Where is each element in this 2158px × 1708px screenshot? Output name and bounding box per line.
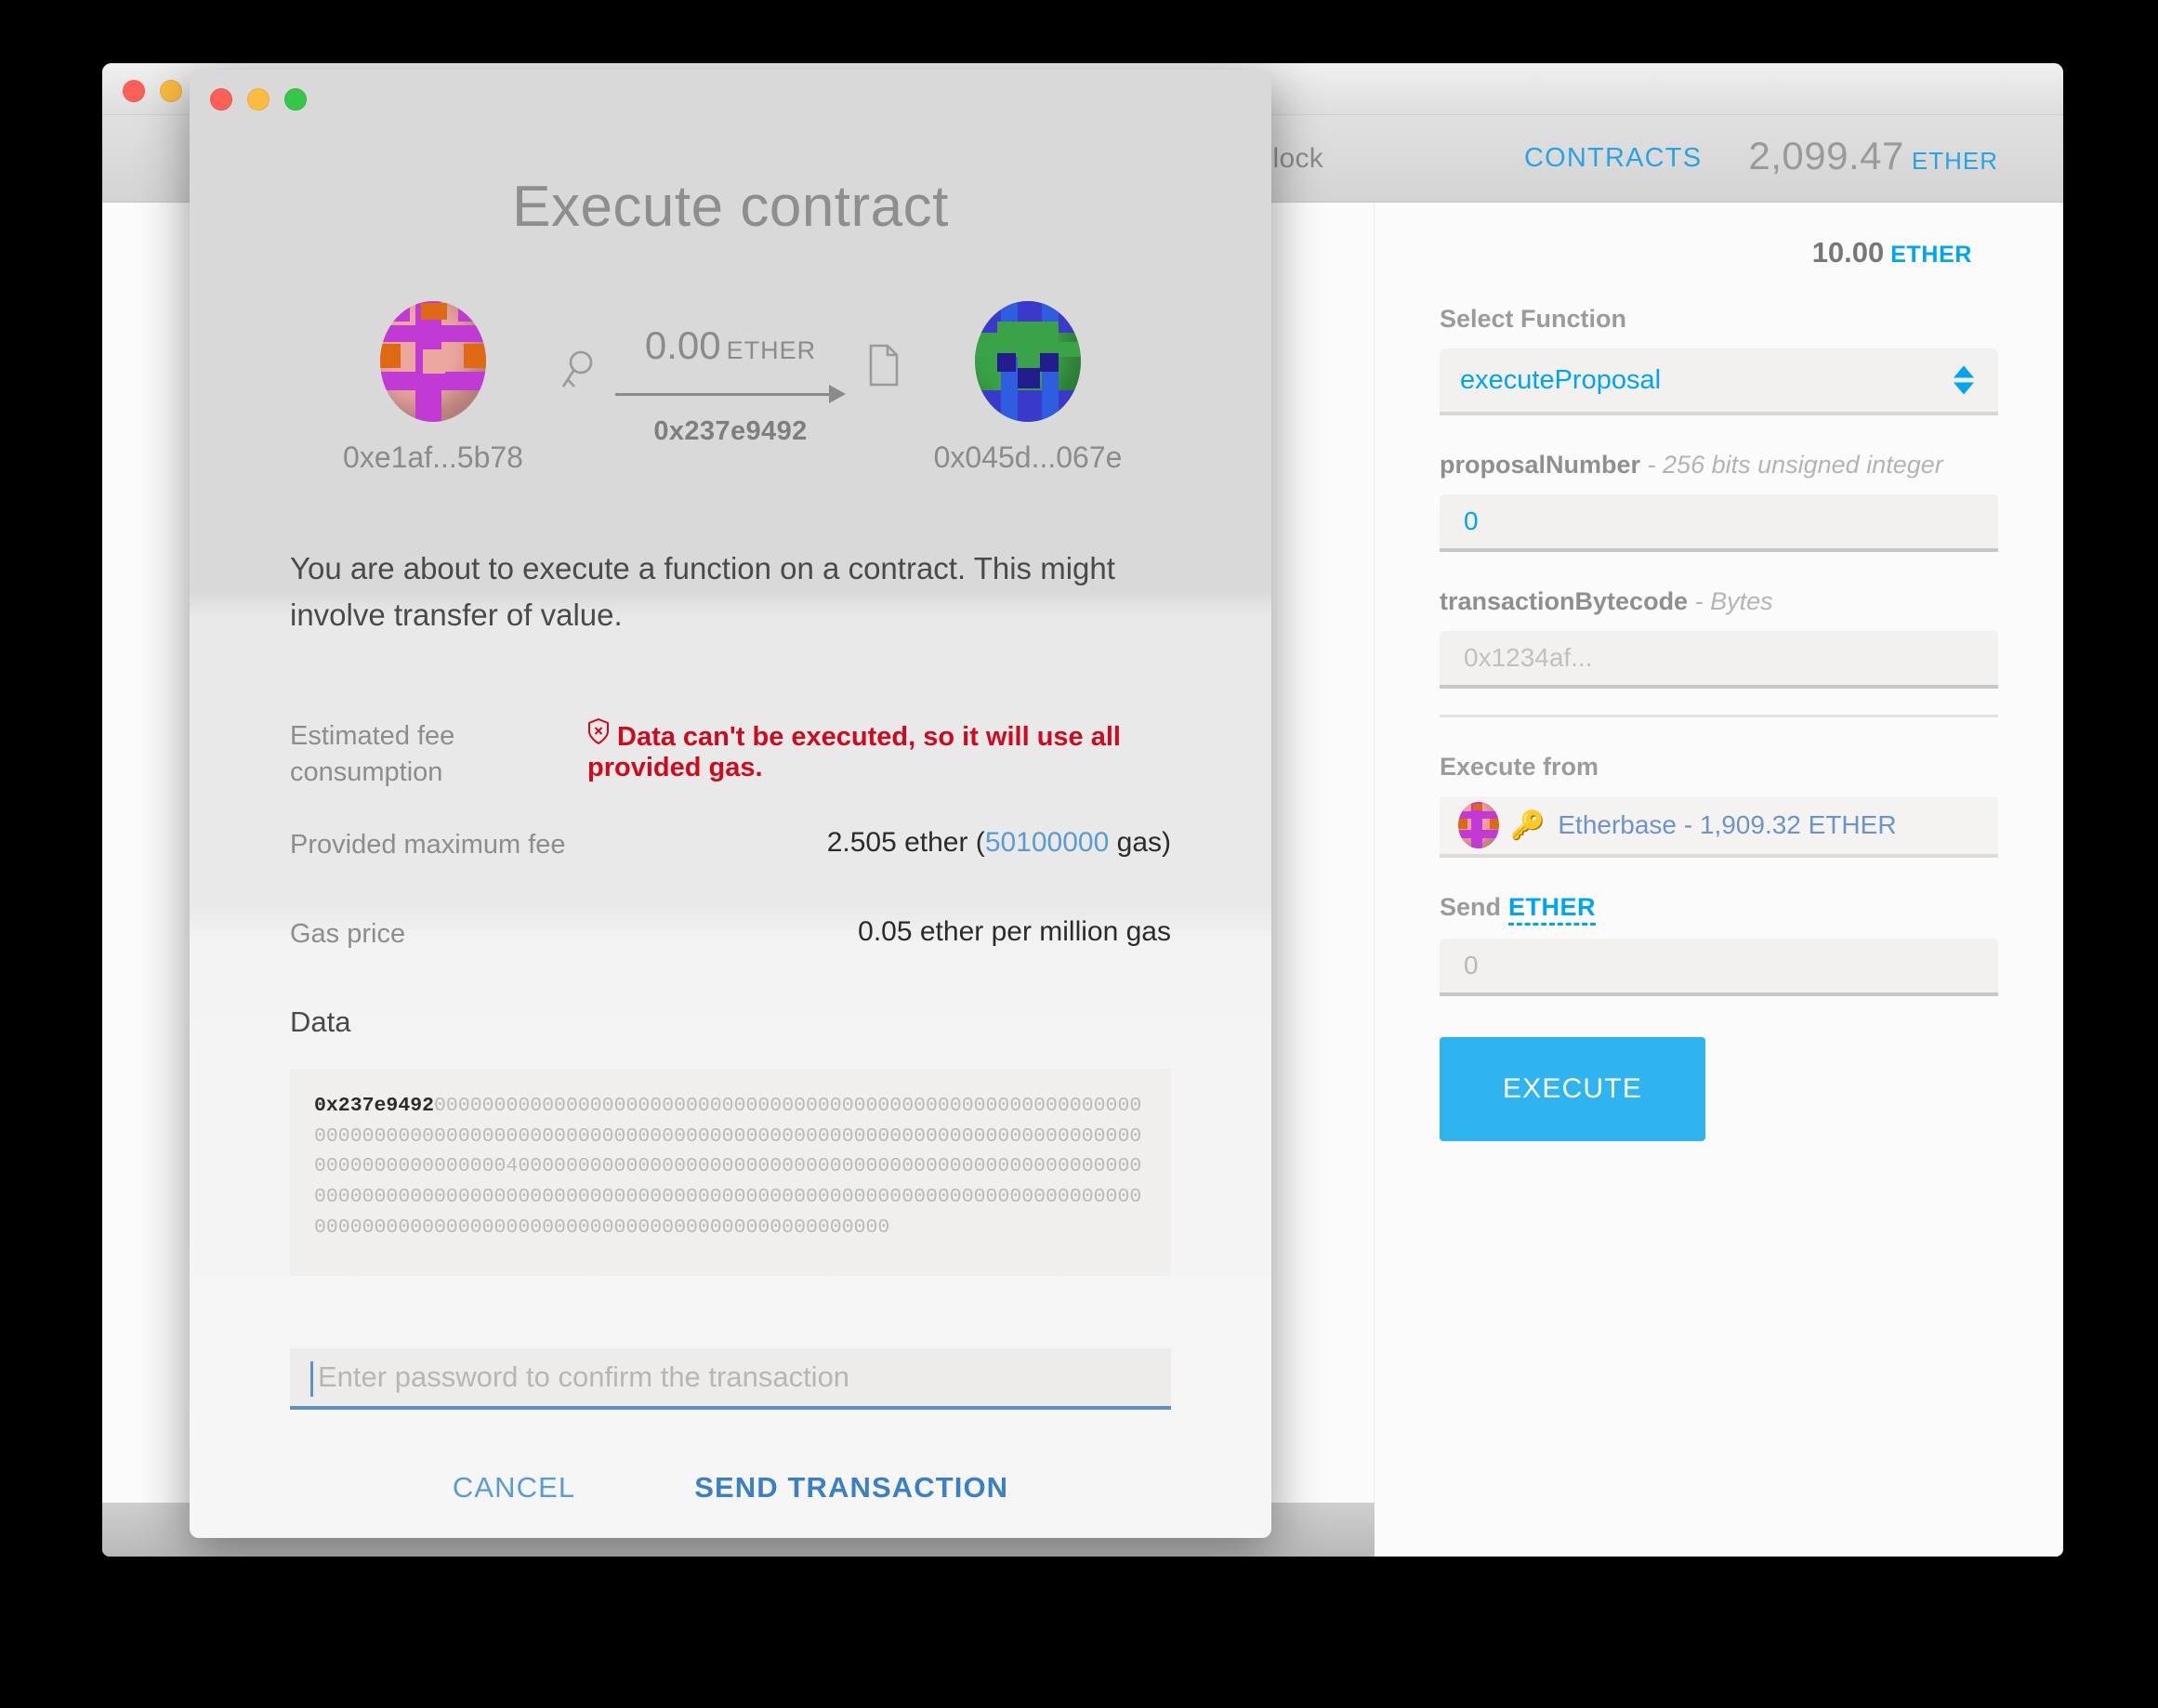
execute-from-account-label: Etherbase - 1,909.32 ETHER [1558, 810, 1897, 839]
transaction-data-box: 0x237e9492000000000000000000000000000000… [290, 1068, 1171, 1277]
recipient-address: 0x045d...067e [933, 440, 1123, 474]
execute-from-label: Execute from [1440, 753, 1599, 781]
execute-contract-modal: Execute contract 0xe1af...5b78 0.00 ETHE… [190, 70, 1271, 1538]
fee-key-maximum: Provided maximum fee [290, 829, 566, 860]
modal-titlebar [190, 70, 1271, 125]
field-name-transaction-bytecode: transactionBytecode [1440, 587, 1689, 615]
fee-row-gas-price: Gas price 0.05 ether per million gas [290, 916, 1171, 968]
transfer-amount-value: 0.00 [644, 323, 721, 367]
field-name-proposal-number: proposalNumber [1440, 451, 1641, 479]
password-placeholder: Enter password to confirm the transactio… [318, 1360, 850, 1394]
minimize-button[interactable] [160, 80, 182, 102]
proposal-number-value: 0 [1464, 506, 1479, 535]
contract-balance: 10.00 ETHER [1440, 236, 1998, 269]
cancel-button[interactable]: CANCEL [453, 1471, 575, 1504]
arrow-right-icon [615, 381, 846, 407]
field-type-transaction-bytecode: Bytes [1710, 587, 1773, 615]
data-section-label: Data [290, 1005, 351, 1038]
total-balance-amount: 2,099.47 [1748, 134, 1904, 177]
identicon-purple-icon [1458, 802, 1499, 848]
data-body: 0000000000000000000000000000000000000000… [314, 1094, 1142, 1239]
chevron-updown-icon[interactable] [1954, 365, 1974, 395]
key-icon: 🔑 [1510, 809, 1546, 841]
sender-block: 0xe1af...5b78 [322, 301, 545, 475]
fee-warning-text: Data can't be executed, so it will use a… [587, 722, 1121, 783]
section-divider [1440, 715, 1998, 717]
gas-limit-link[interactable]: 50100000 [985, 827, 1109, 858]
send-amount-placeholder: 0 [1464, 951, 1479, 979]
total-balance-unit: ETHER [1911, 147, 1998, 175]
data-prefix: 0x237e9492 [314, 1094, 435, 1117]
transaction-bytecode-input[interactable]: 0x1234af... [1440, 631, 1998, 689]
amount-block: 0.00 ETHER 0x237e9492 [610, 323, 851, 447]
send-ether-label: Send ETHER [1440, 893, 1998, 926]
transaction-flow: 0xe1af...5b78 0.00 ETHER 0x237e9492 0x04… [190, 301, 1271, 475]
tab-contracts[interactable]: CONTRACTS [1524, 143, 1702, 174]
total-balance: 2,099.47 ETHER [1748, 134, 1998, 178]
send-transaction-button[interactable]: SEND TRANSACTION [694, 1471, 1008, 1504]
contract-balance-amount: 10.00 [1811, 236, 1885, 269]
transfer-amount: 0.00 ETHER [610, 323, 851, 368]
send-unit-toggle[interactable]: ETHER [1508, 893, 1597, 926]
transaction-bytecode-placeholder: 0x1234af... [1464, 643, 1593, 672]
fee-value-gas-price: 0.05 ether per million gas [858, 915, 1171, 947]
send-amount-input[interactable]: 0 [1440, 939, 1998, 996]
execute-button[interactable]: EXECUTE [1440, 1037, 1705, 1141]
fee-max-prefix: 2.505 ether ( [826, 826, 985, 858]
fee-summary: Estimated fee consumption Data can't be … [290, 718, 1171, 968]
password-input[interactable]: Enter password to confirm the transactio… [290, 1348, 1171, 1411]
contract-balance-unit: ETHER [1890, 242, 1972, 268]
contract-execute-panel: 10.00 ETHER Select Function executePropos… [1375, 203, 2063, 1557]
identicon-green-blue-icon [975, 301, 1081, 422]
recipient-block: 0x045d...067e [916, 301, 1139, 475]
select-function-label: Select Function [1440, 305, 1627, 333]
selected-function-value: executeProposal [1460, 364, 1662, 395]
modal-close-button[interactable] [210, 88, 232, 111]
modal-maximize-button[interactable] [284, 88, 307, 111]
send-label-text: Send [1440, 893, 1502, 921]
text-caret [310, 1361, 313, 1398]
fee-row-maximum: Provided maximum fee 2.505 ether (501000… [290, 827, 1171, 879]
shield-x-icon [587, 718, 610, 751]
sender-address: 0xe1af...5b78 [343, 440, 523, 474]
fee-key-estimated: Estimated fee consumption [290, 721, 455, 787]
execute-from-account-select[interactable]: 🔑 Etherbase - 1,909.32 ETHER [1440, 796, 1998, 858]
select-function-dropdown[interactable]: executeProposal [1440, 348, 1998, 415]
modal-minimize-button[interactable] [247, 88, 270, 111]
identicon-pink-purple-icon [380, 301, 486, 422]
function-signature: 0x237e9492 [653, 416, 808, 446]
close-button[interactable] [123, 80, 145, 102]
fee-row-estimated: Estimated fee consumption Data can't be … [290, 718, 1171, 790]
transfer-amount-unit: ETHER [726, 336, 817, 364]
key-icon [545, 349, 610, 406]
proposal-number-input[interactable]: 0 [1440, 494, 1998, 552]
field-label-transaction-bytecode: transactionBytecode - Bytes [1440, 587, 1773, 615]
field-type-proposal-number: 256 bits unsigned integer [1663, 451, 1943, 479]
document-icon [851, 344, 916, 393]
fee-max-suffix: gas) [1109, 826, 1171, 858]
fee-value-maximum: 2.505 ether (50100000 gas) [587, 827, 1171, 859]
modal-actions: CANCEL SEND TRANSACTION [190, 1471, 1271, 1504]
fee-warning: Data can't be executed, so it will use a… [587, 718, 1171, 783]
fee-key-gas-price: Gas price [290, 918, 406, 949]
page-title: Execute contract [512, 175, 949, 239]
field-label-proposal-number: proposalNumber - 256 bits unsigned integ… [1440, 451, 1943, 479]
modal-description: You are about to execute a function on a… [290, 551, 1115, 633]
